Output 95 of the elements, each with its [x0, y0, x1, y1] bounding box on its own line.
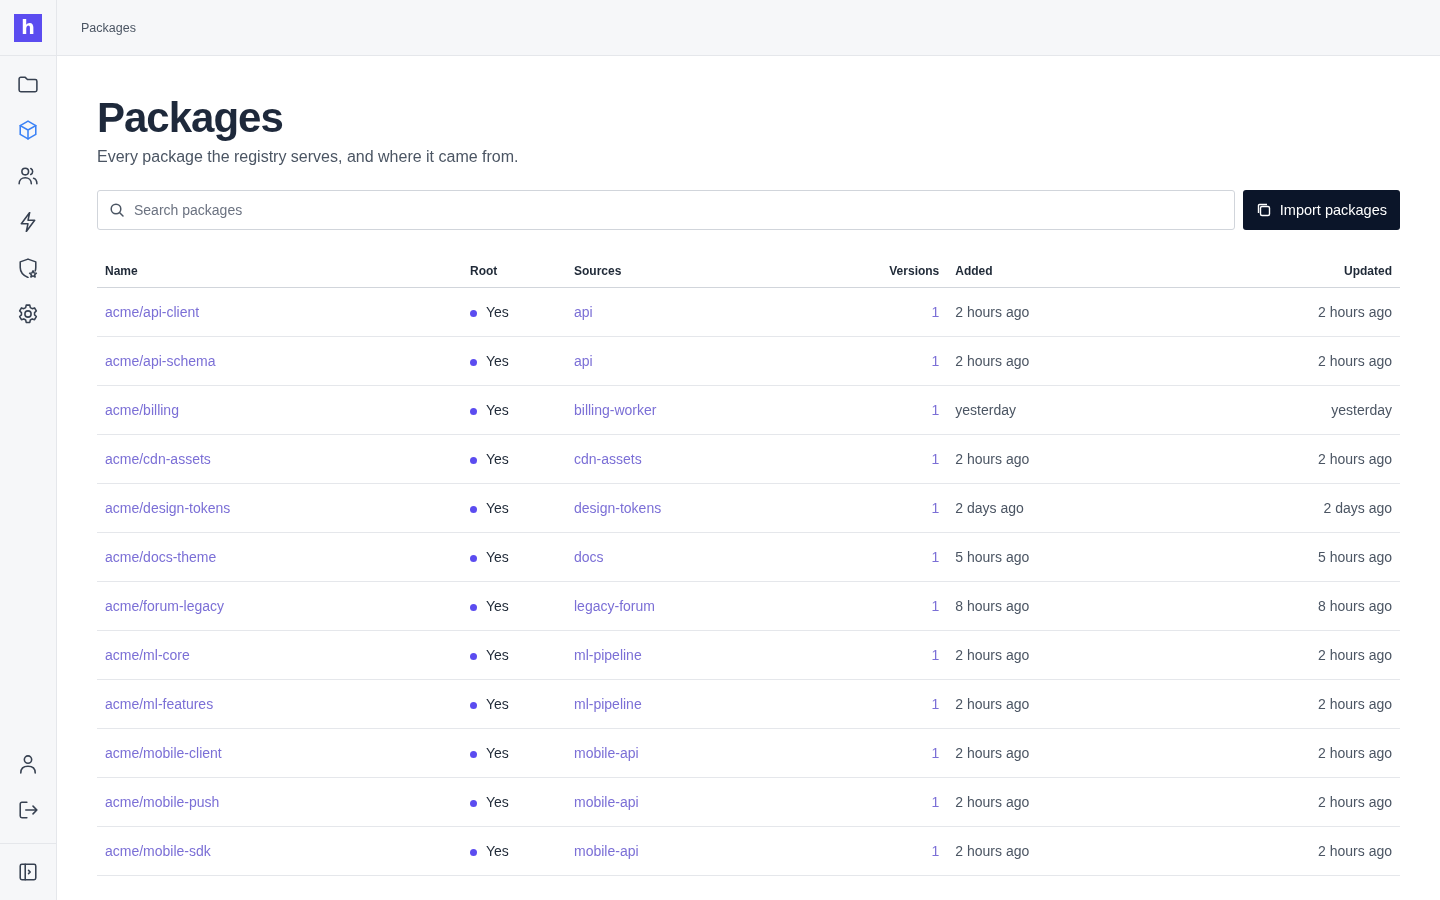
column-header: Sources — [574, 263, 622, 278]
root-value: Yes — [486, 843, 509, 859]
versions-link[interactable]: 1 — [931, 451, 940, 467]
added-time: 8 hours ago — [955, 598, 1030, 614]
package-link[interactable]: acme/mobile-push — [105, 794, 220, 810]
added-time: 2 hours ago — [955, 745, 1030, 761]
added-time: 2 hours ago — [955, 304, 1030, 320]
source-link[interactable]: design-tokens — [574, 500, 662, 516]
versions-link[interactable]: 1 — [931, 598, 940, 614]
added-time: 2 hours ago — [955, 353, 1030, 369]
added-time: 2 hours ago — [955, 794, 1030, 810]
root-value: Yes — [486, 500, 509, 516]
versions-link[interactable]: 1 — [931, 696, 940, 712]
versions-link[interactable]: 1 — [931, 500, 940, 516]
added-time: 2 days ago — [955, 500, 1024, 516]
updated-time: 2 hours ago — [1318, 647, 1392, 663]
import-packages-button[interactable]: Import packages — [1242, 190, 1400, 230]
versions-link[interactable]: 1 — [931, 843, 940, 859]
versions-link[interactable]: 1 — [931, 794, 940, 810]
box-icon — [18, 120, 38, 140]
lightning-icon — [18, 212, 38, 232]
updated-time: yesterday — [1331, 402, 1392, 418]
package-link[interactable]: acme/forum-legacy — [105, 598, 225, 614]
package-link[interactable]: acme/cdn-assets — [105, 451, 211, 467]
source-link[interactable]: legacy-forum — [574, 598, 655, 614]
user-icon — [18, 754, 38, 774]
folder-icon — [18, 74, 38, 94]
updated-time: 2 hours ago — [1318, 745, 1392, 761]
source-link[interactable]: docs — [574, 549, 604, 565]
versions-link[interactable]: 1 — [931, 402, 940, 418]
package-link[interactable]: acme/docs-theme — [105, 549, 217, 565]
updated-time: 8 hours ago — [1318, 598, 1392, 614]
source-link[interactable]: mobile-api — [574, 843, 639, 859]
search-field[interactable]: Search packages — [97, 190, 1235, 230]
search-icon — [109, 202, 125, 218]
column-header: Versions — [889, 263, 940, 278]
column-header: Root — [470, 263, 498, 278]
package-link[interactable]: acme/mobile-sdk — [105, 843, 211, 859]
source-link[interactable]: billing-worker — [574, 402, 657, 418]
updated-time: 2 hours ago — [1318, 304, 1392, 320]
root-value: Yes — [486, 549, 509, 565]
versions-link[interactable]: 1 — [931, 353, 940, 369]
shield-star-icon — [18, 258, 38, 278]
package-link[interactable]: acme/mobile-client — [105, 745, 222, 761]
versions-link[interactable]: 1 — [931, 549, 940, 565]
updated-time: 2 hours ago — [1318, 451, 1392, 467]
root-value: Yes — [486, 402, 509, 418]
package-link[interactable]: acme/ml-core — [105, 647, 190, 663]
added-time: yesterday — [955, 402, 1016, 418]
package-link[interactable]: acme/api-schema — [105, 353, 216, 369]
updated-time: 2 hours ago — [1318, 353, 1392, 369]
logout-icon — [18, 800, 38, 820]
updated-time: 2 hours ago — [1318, 794, 1392, 810]
added-time: 5 hours ago — [955, 549, 1030, 565]
column-header: Updated — [1344, 263, 1392, 278]
package-link[interactable]: acme/ml-features — [105, 696, 214, 712]
breadcrumb[interactable]: Packages — [81, 20, 136, 35]
root-value: Yes — [486, 598, 509, 614]
root-value: Yes — [486, 451, 509, 467]
updated-time: 2 days ago — [1323, 500, 1392, 516]
root-value: Yes — [486, 696, 509, 712]
package-link[interactable]: acme/design-tokens — [105, 500, 231, 516]
settings-icon — [18, 304, 38, 324]
source-link[interactable]: api — [574, 304, 593, 320]
users-icon — [18, 166, 38, 186]
page-title: Packages — [97, 94, 284, 142]
column-header: Added — [955, 263, 993, 278]
updated-time: 2 hours ago — [1318, 696, 1392, 712]
source-link[interactable]: cdn-assets — [574, 451, 642, 467]
versions-link[interactable]: 1 — [931, 304, 940, 320]
added-time: 2 hours ago — [955, 696, 1030, 712]
added-time: 2 hours ago — [955, 843, 1030, 859]
source-link[interactable]: api — [574, 353, 593, 369]
root-value: Yes — [486, 353, 509, 369]
source-link[interactable]: mobile-api — [574, 745, 639, 761]
added-time: 2 hours ago — [955, 451, 1030, 467]
root-value: Yes — [486, 745, 509, 761]
source-link[interactable]: ml-pipeline — [574, 647, 642, 663]
versions-link[interactable]: 1 — [931, 647, 940, 663]
logo[interactable]: h — [14, 13, 42, 42]
root-value: Yes — [486, 304, 509, 320]
updated-time: 5 hours ago — [1318, 549, 1392, 565]
versions-link[interactable]: 1 — [931, 745, 940, 761]
root-value: Yes — [486, 794, 509, 810]
sidebar-toggle-icon — [18, 862, 38, 882]
source-link[interactable]: ml-pipeline — [574, 696, 642, 712]
added-time: 2 hours ago — [955, 647, 1030, 663]
package-link[interactable]: acme/api-client — [105, 304, 200, 320]
package-link[interactable]: acme/billing — [105, 402, 179, 418]
copy-icon — [1255, 202, 1272, 218]
root-value: Yes — [486, 647, 509, 663]
source-link[interactable]: mobile-api — [574, 794, 639, 810]
updated-time: 2 hours ago — [1318, 843, 1392, 859]
column-header: Name — [105, 263, 138, 278]
page-subtitle: Every package the registry serves, and where it came from. — [97, 148, 520, 166]
